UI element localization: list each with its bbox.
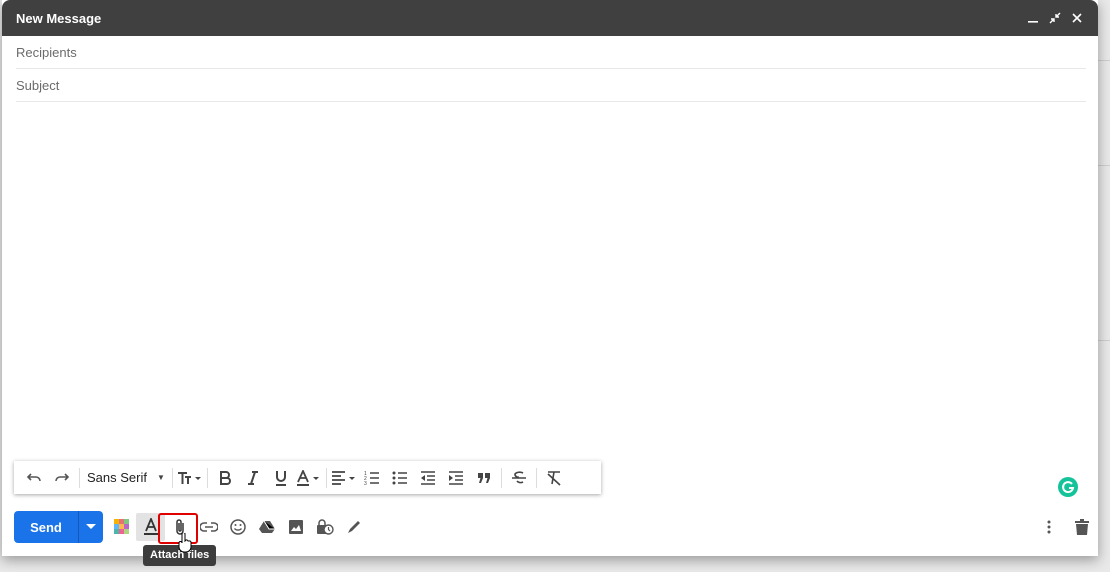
send-options-button[interactable] — [78, 511, 103, 543]
subject-input[interactable] — [16, 77, 1086, 93]
toolbar-separator — [79, 467, 80, 488]
background-divider — [1096, 60, 1110, 61]
indent-less-icon[interactable] — [414, 465, 442, 491]
signature-icon[interactable] — [339, 513, 368, 541]
chevron-down-icon: ▼ — [156, 473, 165, 482]
quote-icon[interactable] — [470, 465, 498, 491]
background-divider — [1096, 165, 1110, 166]
background-divider — [1096, 340, 1110, 341]
toolbar-separator — [325, 467, 327, 488]
redo-icon[interactable] — [48, 465, 76, 491]
indent-more-icon[interactable] — [442, 465, 470, 491]
undo-icon[interactable] — [20, 465, 48, 491]
send-button[interactable]: Send — [14, 511, 78, 543]
photo-icon[interactable] — [281, 513, 310, 541]
message-body[interactable] — [16, 102, 1086, 457]
send-button-group: Send — [14, 511, 103, 543]
recipients-row — [16, 36, 1086, 69]
compose-titlebar[interactable]: New Message — [2, 0, 1098, 36]
confidential-mode-icon[interactable] — [310, 513, 339, 541]
layouts-icon[interactable] — [107, 513, 136, 541]
title-controls — [1026, 11, 1084, 25]
svg-text:3: 3 — [364, 481, 367, 486]
font-family-select[interactable]: Sans Serif ▼ — [83, 465, 169, 491]
link-icon[interactable] — [194, 513, 223, 541]
numbered-list-icon[interactable]: 123 — [358, 465, 386, 491]
underline-icon[interactable] — [267, 465, 295, 491]
toolbar-separator — [500, 467, 502, 488]
emoji-icon[interactable] — [223, 513, 252, 541]
bold-icon[interactable] — [211, 465, 239, 491]
hand-cursor-icon — [177, 532, 193, 558]
bulleted-list-icon[interactable] — [386, 465, 414, 491]
formatting-toolbar: Sans Serif ▼ 123 — [14, 461, 601, 494]
exit-fullscreen-icon[interactable] — [1048, 11, 1062, 25]
toolbar-separator — [206, 467, 208, 488]
drive-icon[interactable] — [252, 513, 281, 541]
compose-title: New Message — [16, 10, 102, 26]
formatting-options-icon[interactable] — [136, 513, 165, 541]
minimize-icon[interactable] — [1026, 11, 1040, 25]
font-size-icon[interactable] — [176, 465, 204, 491]
text-color-icon[interactable] — [295, 465, 323, 491]
italic-icon[interactable] — [239, 465, 267, 491]
discard-icon[interactable] — [1067, 513, 1096, 541]
remove-formatting-icon[interactable] — [540, 465, 568, 491]
toolbar-separator — [171, 467, 173, 488]
align-icon[interactable] — [330, 465, 358, 491]
strikethrough-icon[interactable] — [505, 465, 533, 491]
right-tools — [1034, 513, 1096, 541]
more-options-icon[interactable] — [1034, 513, 1063, 541]
toolbar-separator — [535, 467, 537, 488]
grammarly-icon[interactable] — [1058, 477, 1078, 497]
close-icon[interactable] — [1070, 11, 1084, 25]
subject-row — [16, 69, 1086, 102]
recipients-input[interactable] — [16, 44, 1086, 60]
font-family-value: Sans Serif — [87, 470, 147, 485]
